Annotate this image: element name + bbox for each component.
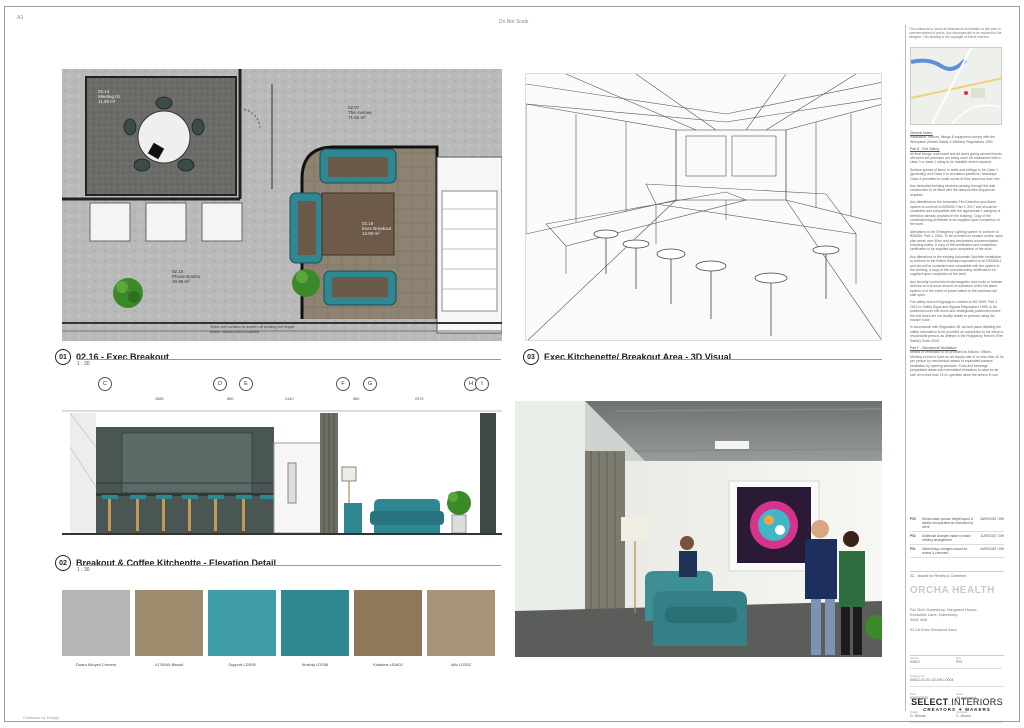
swatch-biscuit-label: 4176045 Biscuit bbox=[154, 662, 184, 667]
drawing-number-cell: Drawing No. 00821-SI-XX-02-DR-I-0004 bbox=[910, 674, 1004, 687]
sheet-size-label: A3 bbox=[17, 15, 24, 21]
elevation-caption-number: 02 bbox=[55, 555, 71, 571]
note-3: Any dedicated building services passing … bbox=[910, 184, 996, 197]
note-6: Any alterations to the existing Automati… bbox=[910, 254, 1002, 277]
revision-row: P01 Initial design changes issued for rev… bbox=[910, 545, 1004, 558]
revision-table: P03 Worksurface pousse height layout & de… bbox=[910, 515, 1004, 558]
location-map bbox=[910, 47, 1002, 125]
elevation-svg bbox=[62, 410, 502, 535]
swatch-kinship bbox=[281, 590, 349, 656]
elevation-scale: 1 : 30 bbox=[77, 567, 90, 573]
swatch-cement-label: Duaro Alloyed Cement bbox=[75, 662, 117, 667]
visual-caption-title: Exec Kitchenette/ Breakout Area - 3D Vis… bbox=[544, 352, 732, 362]
note-8: Fire safety and exit signage to conform … bbox=[910, 300, 1001, 323]
swatch-kinship-label: Kinship LDS56 bbox=[301, 662, 329, 667]
dim-2: 880 bbox=[227, 397, 234, 401]
client-name: ORCHA HEALTH bbox=[910, 585, 995, 596]
location-map-drawing bbox=[911, 48, 1001, 124]
swatch-cement bbox=[62, 590, 130, 656]
swatch-alfo bbox=[427, 590, 495, 656]
note-9: In accordance with Regulation 38, as bui… bbox=[910, 325, 1004, 343]
plan-caption: 01 02.16 - Exec Breakout bbox=[55, 349, 169, 365]
room-label-meeting: 02.14 Meeting 01 11.28 m² bbox=[98, 89, 121, 104]
dim-3: 2440 bbox=[285, 397, 294, 401]
disclaimer-text: The contractor to check all dimensions a… bbox=[909, 27, 1002, 39]
drawing-info-grid: Job No. 00821 Rev P03 Drawing No. 00821-SI-X… bbox=[910, 655, 1004, 728]
elevation-caption-title: Breakout & Coffee Kitchentte - Elevation… bbox=[76, 558, 277, 568]
swatch-alfo-label: Alfo LDS02 bbox=[450, 662, 472, 667]
grid-bubble-g: G bbox=[363, 377, 377, 391]
swatch-biscuit bbox=[135, 590, 203, 656]
photo-render-scene bbox=[515, 401, 882, 657]
plan-scale: 1 : 30 bbox=[77, 361, 90, 367]
revision-row: P02 Additional changes made to match exis… bbox=[910, 532, 1004, 545]
note-0: General Notes: Installation, fixtures, fi… bbox=[910, 131, 995, 144]
general-notes: General Notes: Installation, fixtures, fi… bbox=[910, 131, 1004, 380]
curtain-note: Sheer net curtains to screen off existin… bbox=[210, 325, 294, 334]
drawing-sheet: A3 Do Not Scale Contracts by Design 02.1… bbox=[4, 6, 1020, 723]
grid-bubble-i: I bbox=[475, 377, 489, 391]
footer-ref: Contracts by Design bbox=[23, 715, 60, 720]
plan-caption-number: 01 bbox=[55, 349, 71, 365]
grid-bubble-d: D bbox=[213, 377, 227, 391]
room-label-exec-breakout: 02.16 Exec Breakout 12.90 m² bbox=[362, 221, 392, 236]
visual-caption: 03 Exec Kitchenette/ Breakout Area - 3D … bbox=[523, 349, 731, 365]
revision-cell: Rev P03 bbox=[956, 656, 1002, 669]
elevation-caption-rule bbox=[77, 565, 501, 566]
job-number-cell: Job No. 00821 bbox=[910, 656, 956, 669]
visual-caption-number: 03 bbox=[523, 349, 539, 365]
note-5: Alterations to the Emergency Lighting sy… bbox=[910, 229, 1003, 252]
company-logo: SELECT INTERIORS CREATORS ✦ MAKERS bbox=[911, 697, 1003, 712]
grid-bubble-c: C bbox=[98, 377, 112, 391]
floor-plan-drawing bbox=[62, 69, 502, 341]
floor-plan: 02.14 Meeting 01 11.28 m² 02.07 The Avenue 7… bbox=[62, 69, 502, 341]
plan-caption-rule bbox=[77, 359, 501, 360]
dim-5: 2575 bbox=[415, 397, 424, 401]
line-render-drawing bbox=[526, 74, 881, 340]
swatch-support bbox=[208, 590, 276, 656]
photo-render bbox=[515, 401, 882, 657]
swatch-support-label: Support LDS05 bbox=[228, 662, 256, 667]
grid-bubble-e: E bbox=[239, 377, 253, 391]
swatch-kidstone-label: Kidstone UDA02 bbox=[373, 662, 403, 667]
line-render bbox=[525, 73, 882, 341]
grid-bubble-f: F bbox=[336, 377, 350, 391]
note-1: Part B - Fire Safety: All final linings, … bbox=[910, 147, 1002, 165]
project-address: Sci-Tech Daresbury, Vanguard House, Keck… bbox=[910, 607, 978, 632]
dim-4: 680 bbox=[353, 397, 360, 401]
room-label-avenue: 02.07 The Avenue 71.62 m² bbox=[348, 105, 372, 120]
swatch-kidstone bbox=[354, 590, 422, 656]
note-10: Part F - Mechanical Ventilation: Means of… bbox=[910, 346, 1004, 377]
scale-warning: Do Not Scale bbox=[499, 19, 529, 25]
dim-1: 2885 bbox=[155, 397, 164, 401]
title-block: The contractor to check all dimensions a… bbox=[905, 25, 1009, 723]
elevation-drawing bbox=[62, 407, 502, 547]
issue-status: S2 - Issued for Review & Comment bbox=[910, 571, 1004, 578]
visual-caption-rule bbox=[545, 359, 882, 360]
drawing-title: 02.16 Exec Breakout Area bbox=[910, 627, 957, 632]
revision-row: P03 Worksurface pousse height layout & de… bbox=[910, 515, 1004, 532]
note-4: Any alterations to the Automatic Fire De… bbox=[910, 200, 1001, 227]
note-2: Surface spread of flame to walls and cei… bbox=[910, 167, 1001, 181]
room-label-phone-booths: 02.15 Phone Booths 10.85 m² bbox=[172, 269, 201, 284]
note-7: Any security control electronic/magnetic… bbox=[910, 279, 1003, 297]
